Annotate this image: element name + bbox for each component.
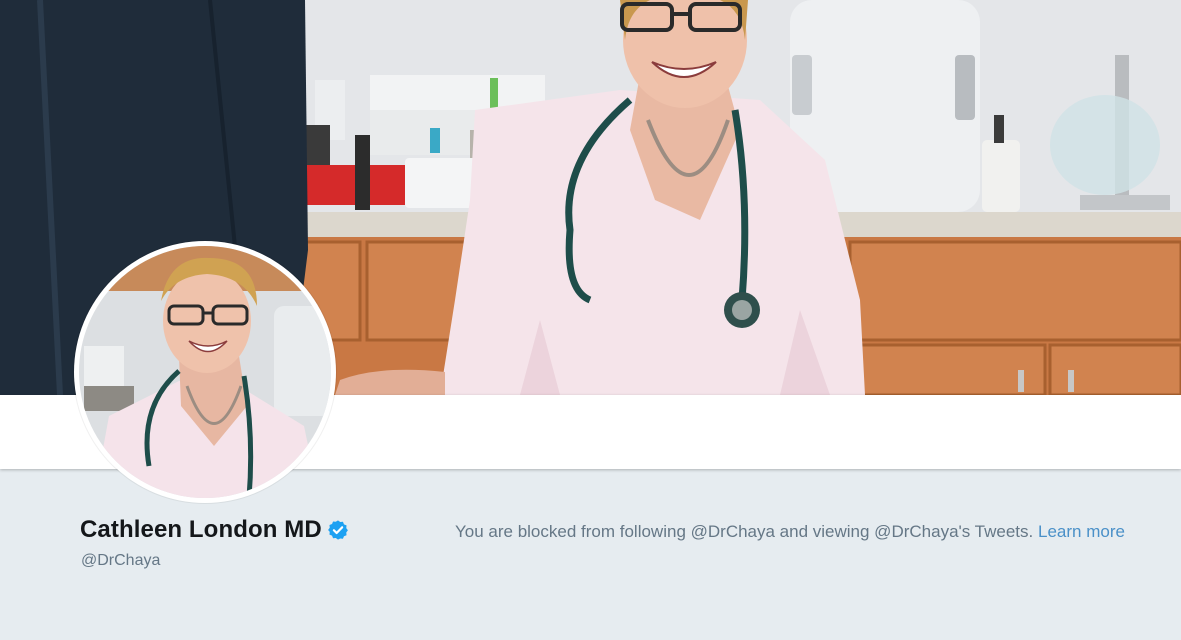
verified-badge-icon bbox=[327, 519, 349, 541]
profile-avatar[interactable] bbox=[74, 241, 336, 503]
blocked-notice-text: You are blocked from following @DrChaya … bbox=[455, 522, 1034, 541]
blocked-notice: You are blocked from following @DrChaya … bbox=[455, 522, 1125, 542]
avatar-image bbox=[79, 246, 331, 498]
learn-more-link[interactable]: Learn more bbox=[1038, 522, 1125, 541]
profile-name-row: Cathleen London MD bbox=[80, 516, 349, 544]
profile-name[interactable]: Cathleen London MD bbox=[80, 516, 322, 544]
profile-handle[interactable]: @DrChaya bbox=[81, 552, 160, 570]
